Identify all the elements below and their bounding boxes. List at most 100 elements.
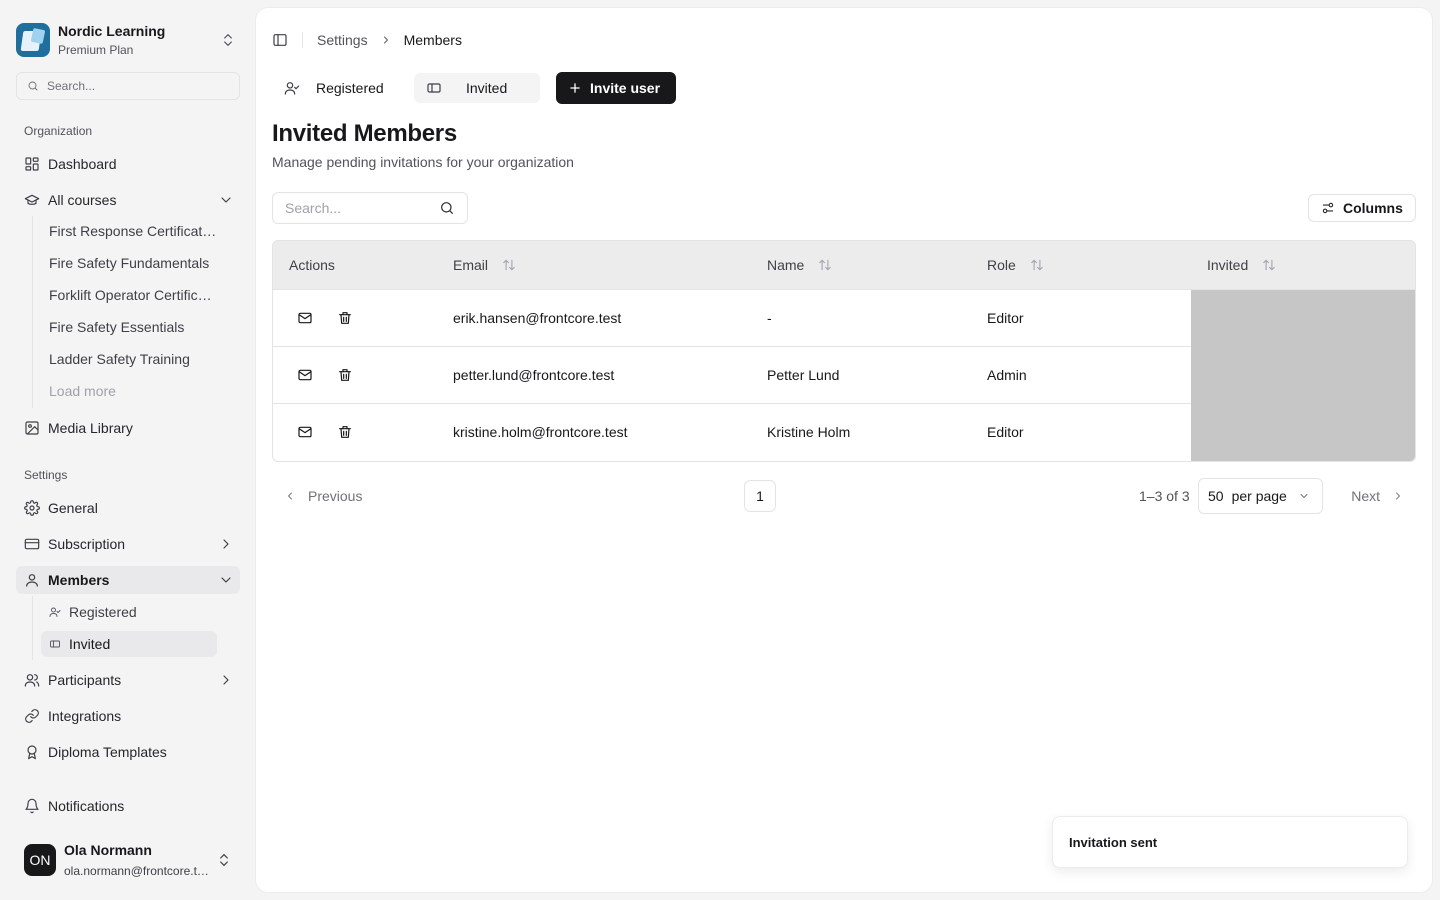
- chevron-down-icon: [218, 192, 234, 208]
- resend-mail-icon[interactable]: [293, 306, 317, 330]
- page-subtitle: Manage pending invitations for your orga…: [272, 154, 574, 170]
- chevrons-up-down-icon: [220, 32, 236, 48]
- sidebar-item-label: All courses: [48, 192, 117, 208]
- invite-user-button[interactable]: Invite user: [556, 72, 676, 104]
- cell-role: Admin: [987, 367, 1027, 383]
- per-page-label: per page: [1231, 488, 1287, 504]
- sidebar-subitem-registered[interactable]: Registered: [41, 599, 217, 625]
- search-icon: [27, 80, 39, 92]
- user-email: ola.normann@frontcore.test: [64, 864, 210, 878]
- page-number-button[interactable]: 1: [744, 480, 776, 512]
- award-icon: [24, 744, 40, 760]
- breadcrumb: Settings Members: [317, 32, 462, 48]
- sidebar-item-label: Integrations: [48, 708, 122, 724]
- sidebar-item-notifications[interactable]: Notifications: [16, 792, 240, 820]
- sidebar-toggle-icon[interactable]: [272, 32, 288, 48]
- breadcrumb-settings[interactable]: Settings: [317, 32, 368, 48]
- sidebar-item-integrations[interactable]: Integrations: [16, 702, 240, 730]
- chevron-right-icon: [218, 536, 234, 552]
- layout-grid-icon: [24, 156, 40, 172]
- sort-icon[interactable]: [502, 258, 516, 272]
- sidebar-item-diploma-templates[interactable]: Diploma Templates: [16, 738, 240, 766]
- sort-icon[interactable]: [1262, 258, 1276, 272]
- tab-invited[interactable]: Invited: [414, 73, 540, 103]
- sidebar-item-dashboard[interactable]: Dashboard: [16, 150, 240, 178]
- sidebar-search-input[interactable]: Search...: [16, 72, 240, 100]
- col-header-name[interactable]: Name: [767, 241, 832, 289]
- sidebar-item-members[interactable]: Members: [16, 566, 240, 594]
- search-icon: [439, 200, 455, 216]
- load-more-button[interactable]: Load more: [41, 378, 217, 404]
- toast-notification: Invitation sent: [1052, 816, 1408, 868]
- resend-mail-icon[interactable]: [293, 420, 317, 444]
- col-header-role[interactable]: Role: [987, 241, 1044, 289]
- next-page-button[interactable]: Next: [1351, 480, 1404, 512]
- chevrons-up-down-icon: [216, 852, 232, 868]
- sidebar-item-label: Media Library: [48, 420, 133, 436]
- credit-card-icon: [24, 536, 40, 552]
- group-label-organization: Organization: [24, 124, 93, 138]
- sidebar-item-subscription[interactable]: Subscription: [16, 530, 240, 558]
- image-icon: [24, 420, 40, 436]
- table-search-placeholder: Search...: [285, 200, 342, 216]
- cell-email: erik.hansen@frontcore.test: [453, 310, 622, 326]
- sidebar-item-label: Participants: [48, 672, 122, 688]
- invited-column-placeholder: [1191, 290, 1415, 461]
- tab-label: Invited: [466, 80, 508, 96]
- sliders-icon: [1321, 201, 1335, 215]
- sidebar-item-label: Dashboard: [48, 156, 117, 172]
- trash-icon[interactable]: [333, 420, 357, 444]
- previous-page-button[interactable]: Previous: [284, 480, 362, 512]
- avatar: ON: [24, 844, 56, 876]
- user-menu[interactable]: ON Ola Normann ola.normann@frontcore.tes…: [16, 836, 240, 884]
- page-title: Invited Members: [272, 120, 457, 147]
- user-name: Ola Normann: [64, 842, 152, 858]
- org-switcher[interactable]: Nordic Learning Premium Plan: [16, 20, 242, 60]
- trash-icon[interactable]: [333, 363, 357, 387]
- chevron-down-icon: [218, 572, 234, 588]
- sidebar-item-general[interactable]: General: [16, 494, 240, 522]
- sort-icon[interactable]: [1030, 258, 1044, 272]
- sidebar-item-label: Diploma Templates: [48, 744, 167, 760]
- course-item[interactable]: Fire Safety Essentials: [41, 314, 217, 340]
- per-page-select[interactable]: 50 per page: [1198, 478, 1323, 514]
- tab-registered[interactable]: Registered: [272, 73, 402, 103]
- table-search-input[interactable]: Search...: [272, 192, 468, 224]
- graduation-cap-icon: [24, 192, 40, 208]
- pagination: Previous 1 1–3 of 3 50 per page Next: [272, 478, 1416, 514]
- group-label-settings: Settings: [24, 468, 68, 482]
- cell-email: kristine.holm@frontcore.test: [453, 424, 628, 440]
- link-icon: [24, 708, 40, 724]
- course-item[interactable]: Ladder Safety Training: [41, 346, 217, 372]
- sidebar-item-label: Notifications: [48, 798, 125, 814]
- col-header-invited[interactable]: Invited: [1207, 241, 1276, 289]
- sidebar-item-participants[interactable]: Participants: [16, 666, 240, 694]
- sidebar-item-label: General: [48, 500, 98, 516]
- chevron-right-icon: [218, 672, 234, 688]
- per-page-value: 50: [1208, 488, 1224, 504]
- cell-role: Editor: [987, 310, 1024, 326]
- col-header-email[interactable]: Email: [453, 241, 516, 289]
- resend-mail-icon[interactable]: [293, 363, 317, 387]
- sidebar-subitem-invited[interactable]: Invited: [41, 631, 217, 657]
- course-item[interactable]: Forklift Operator Certification: [41, 282, 217, 308]
- course-item[interactable]: First Response Certification: [41, 218, 217, 244]
- members-sublist: Registered Invited: [32, 596, 217, 660]
- sort-icon[interactable]: [818, 258, 832, 272]
- cell-name: Kristine Holm: [767, 424, 851, 440]
- toast-message: Invitation sent: [1069, 834, 1158, 850]
- chevron-right-icon: [1392, 490, 1404, 502]
- user-icon: [24, 572, 40, 588]
- course-item[interactable]: Fire Safety Fundamentals: [41, 250, 217, 276]
- tab-label: Registered: [316, 80, 384, 96]
- cell-email: petter.lund@frontcore.test: [453, 367, 615, 383]
- invited-members-table: Actions Email Name Role Invited erik.han…: [272, 240, 1416, 462]
- sidebar-item-media-library[interactable]: Media Library: [16, 414, 240, 442]
- plus-icon: [568, 81, 582, 95]
- sidebar-item-label: Members: [48, 572, 110, 588]
- columns-button[interactable]: Columns: [1308, 194, 1416, 222]
- gear-icon: [24, 500, 40, 516]
- org-plan: Premium Plan: [58, 43, 134, 57]
- sidebar-item-all-courses[interactable]: All courses: [16, 186, 240, 214]
- trash-icon[interactable]: [333, 306, 357, 330]
